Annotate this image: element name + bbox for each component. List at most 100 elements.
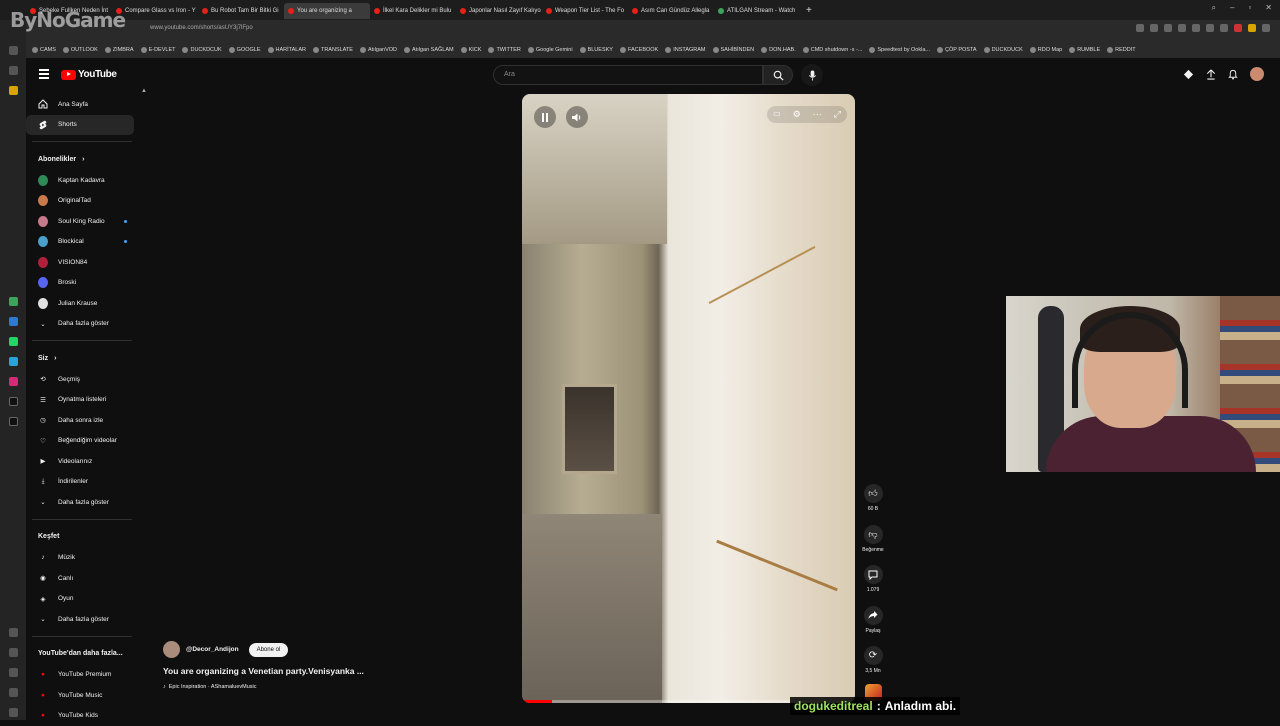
rail-app-icon[interactable] <box>9 86 18 95</box>
subscribe-button[interactable]: Abone ol <box>249 643 289 657</box>
search-tabs-icon[interactable]: ⌕ <box>1212 3 1216 13</box>
bookmark-item[interactable]: DUCKDCUK <box>182 47 221 53</box>
url-field[interactable]: www.youtube.com/shorts/asUY3j7lFpo <box>150 25 253 31</box>
bookmark-item[interactable]: SAHİBİNDEN <box>713 47 755 53</box>
messenger-icon[interactable] <box>9 317 18 326</box>
music-attribution[interactable]: ♪ Epic Inspiration · AShamaluevMusic <box>163 684 483 690</box>
more-options-icon[interactable]: ⋯ <box>813 109 822 120</box>
browser-tab[interactable]: Asım Can Gündüz Allegla <box>628 3 714 19</box>
extension-icon[interactable] <box>1248 24 1256 32</box>
bookmark-item[interactable]: RUMBLE <box>1069 47 1100 53</box>
dislike-button[interactable]: 👎︎ <box>864 525 883 544</box>
sidebar-item[interactable]: ◷Daha sonra izle <box>26 410 134 431</box>
browser-tab[interactable]: ATILGAN Stream - Watch <box>714 3 800 19</box>
like-button[interactable]: 👍︎ <box>864 484 883 503</box>
show-more-you[interactable]: ⌄ Daha fazla göster <box>26 492 134 513</box>
channel-name[interactable]: @Decor_Andijon <box>186 646 239 653</box>
remix-button[interactable]: ⟳ <box>864 646 883 665</box>
sidebar-item[interactable]: Blockical <box>26 232 134 253</box>
youtube-logo[interactable]: YouTube <box>61 69 117 80</box>
bookmark-item[interactable]: RDO Map <box>1030 47 1062 53</box>
history-icon[interactable] <box>9 668 18 677</box>
notifications-bell-icon[interactable] <box>1228 69 1238 80</box>
share-button[interactable] <box>864 606 883 625</box>
settings-icon[interactable] <box>9 688 18 697</box>
rail-app-icon[interactable] <box>9 708 18 717</box>
bookmark-item[interactable]: Speedtest by Ookla... <box>869 47 930 53</box>
sidebar-item[interactable]: ⤓İndirilenler <box>26 472 134 493</box>
x-icon[interactable] <box>9 417 18 426</box>
bookmark-item[interactable]: REDDIT <box>1107 47 1135 53</box>
bookmark-item[interactable]: ZIMBRA <box>105 47 134 53</box>
extension-icon[interactable] <box>1178 24 1186 32</box>
sidebar-item-shorts[interactable]: Shorts <box>26 115 134 136</box>
shorts-video-player[interactable]: ▭ ⚙ ⋯ ⤢ <box>522 94 855 703</box>
telegram-icon[interactable] <box>9 357 18 366</box>
close-icon[interactable]: ✕ <box>1265 3 1272 13</box>
bookmark-item[interactable]: OUTLOOK <box>63 47 98 53</box>
sidebar-item[interactable]: ◉Canlı <box>26 568 134 589</box>
bookmark-item[interactable]: DUCKDUCK <box>984 47 1023 53</box>
volume-button[interactable] <box>566 106 588 128</box>
tiktok-icon[interactable] <box>9 397 18 406</box>
bookmark-item[interactable]: HARİTALAR <box>268 47 306 53</box>
settings-gear-icon[interactable]: ⚙ <box>793 109 801 120</box>
maximize-icon[interactable]: ▫ <box>1248 3 1251 13</box>
show-more-subscriptions[interactable]: ⌄ Daha fazla göster <box>26 314 134 335</box>
bookmark-item[interactable]: AtılganVOD <box>360 47 397 53</box>
account-avatar[interactable] <box>1250 67 1264 81</box>
sidebar-item[interactable]: ●YouTube Kids <box>26 706 134 726</box>
bookmark-item[interactable]: CAMS <box>32 47 56 53</box>
sidebar-item[interactable]: OriginalTad <box>26 191 134 212</box>
sidebar-item[interactable]: ♡Beğendiğim videolar <box>26 431 134 452</box>
sidebar-item[interactable]: Julian Krause <box>26 293 134 314</box>
bookmark-item[interactable]: BLUESKY <box>580 47 613 53</box>
browser-tab-active[interactable]: You are organizing a <box>284 3 370 19</box>
sidebar-item[interactable]: ◈Oyun <box>26 589 134 610</box>
sidebar-item[interactable]: Soul King Radio <box>26 211 134 232</box>
create-icon[interactable] <box>1183 69 1194 80</box>
sidebar-item[interactable]: ●YouTube Premium <box>26 665 134 686</box>
bookmark-item[interactable]: E-DEVLET <box>141 47 176 53</box>
extension-icon[interactable] <box>1234 24 1242 32</box>
voice-search-button[interactable] <box>801 64 823 86</box>
search-button[interactable] <box>763 65 793 85</box>
search-input[interactable]: Ara <box>493 65 763 85</box>
rail-app-icon[interactable] <box>9 46 18 55</box>
captions-icon[interactable]: ▭ <box>773 109 781 120</box>
bookmark-item[interactable]: TWITTER <box>488 47 520 53</box>
sidebar-item[interactable]: ⟲Geçmiş <box>26 369 134 390</box>
bookmark-item[interactable]: TRANSLATE <box>313 47 353 53</box>
sidebar-item-home[interactable]: Ana Sayfa <box>26 94 134 115</box>
extension-icon[interactable] <box>1150 24 1158 32</box>
hamburger-menu-icon[interactable] <box>39 69 49 79</box>
bookmark-item[interactable]: Atılgan SAĞLAM <box>404 47 454 53</box>
bookmark-item[interactable]: DON.HAB. <box>761 47 796 53</box>
video-title[interactable]: You are organizing a Venetian party.Veni… <box>163 666 483 676</box>
sidebar-scroll-up-icon[interactable]: ▲ <box>141 88 147 94</box>
extension-icon[interactable] <box>1192 24 1200 32</box>
bookmark-item[interactable]: Google Gemini <box>528 47 573 53</box>
sidebar-item[interactable]: ●YouTube Music <box>26 685 134 706</box>
show-more-explore[interactable]: ⌄ Daha fazla göster <box>26 609 134 630</box>
bookmark-item[interactable]: CMD shutdown -s -... <box>803 47 863 53</box>
minimize-icon[interactable]: – <box>1230 3 1234 13</box>
upload-icon[interactable] <box>1206 69 1216 80</box>
pause-button[interactable] <box>534 106 556 128</box>
menu-icon[interactable] <box>1262 24 1270 32</box>
rail-app-icon[interactable] <box>9 66 18 75</box>
bookmark-item[interactable]: INSTAGRAM <box>665 47 705 53</box>
sidebar-item[interactable]: Kaptan Kadavra <box>26 170 134 191</box>
extension-icon[interactable] <box>1220 24 1228 32</box>
extension-icon[interactable] <box>1164 24 1172 32</box>
instagram-icon[interactable] <box>9 377 18 386</box>
channel-avatar[interactable] <box>163 641 180 658</box>
you-heading[interactable]: Siz › <box>26 347 146 369</box>
browser-tab[interactable]: Japonlar Nasıl Zayıf Kalıyo <box>456 3 542 19</box>
bookmark-item[interactable]: ÇÖP POSTA <box>937 47 977 53</box>
sidebar-item[interactable]: Broski <box>26 273 134 294</box>
bookmark-item[interactable]: FACEBOOK <box>620 47 658 53</box>
rail-app-icon[interactable] <box>9 628 18 637</box>
extension-icon[interactable] <box>1206 24 1214 32</box>
subscriptions-heading[interactable]: Abonelikler › <box>26 148 146 170</box>
